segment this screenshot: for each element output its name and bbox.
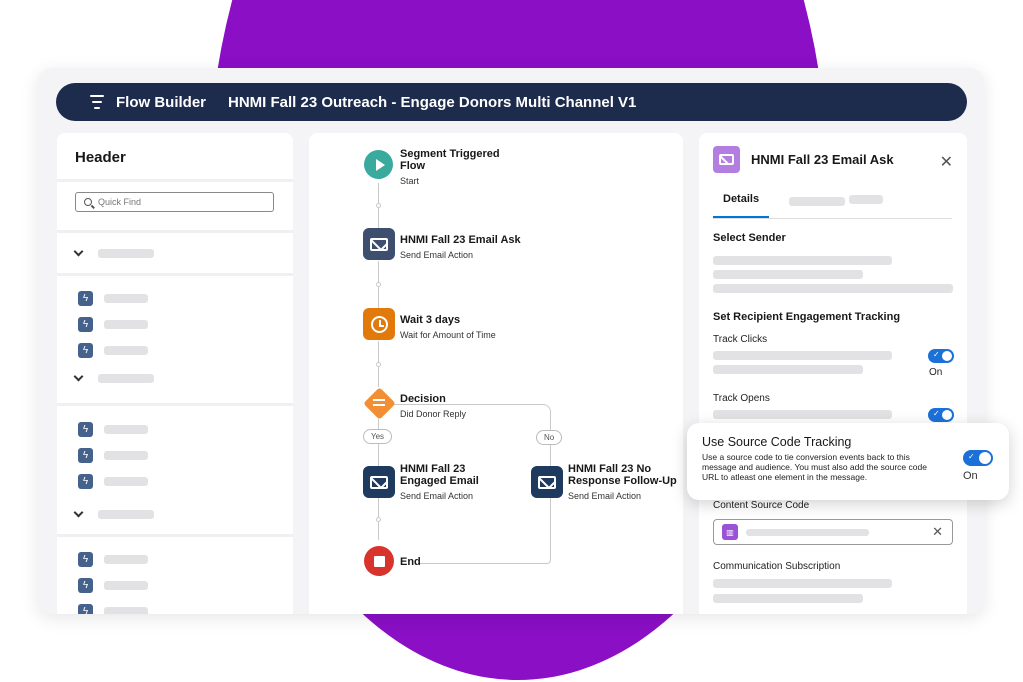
flow-node-engaged-email[interactable]: HNMI Fall 23 Engaged Email Send Email Ac… [363, 463, 512, 501]
tab-details[interactable]: Details [713, 193, 770, 218]
toggle-state: On [963, 470, 978, 482]
clear-icon[interactable]: ✕ [932, 524, 943, 540]
search-input[interactable]: Quick Find [75, 192, 274, 212]
list-item[interactable]: ϟ [57, 285, 293, 311]
tab-placeholder[interactable] [789, 197, 846, 206]
panel-title: HNMI Fall 23 Email Ask [751, 152, 894, 167]
flow-canvas: Yes No Segment Triggered Flow Start HNMI… [309, 133, 683, 614]
field-label: Track Opens [713, 393, 770, 404]
field-label: Content Source Code [713, 500, 810, 511]
list-item[interactable]: ϟ [57, 442, 293, 468]
popover-title: Use Source Code Tracking [702, 435, 852, 449]
tab-bar: Details [713, 193, 952, 219]
branch-no-label[interactable]: No [536, 430, 563, 445]
source-code-field[interactable]: ▥ ✕ [713, 519, 953, 545]
section-heading: Set Recipient Engagement Tracking [713, 311, 901, 323]
stop-icon [364, 546, 394, 576]
envelope-icon [363, 466, 395, 498]
list-item[interactable]: ϟ [57, 468, 293, 494]
envelope-icon [713, 146, 740, 173]
bolt-icon: ϟ [78, 447, 93, 463]
bolt-icon: ϟ [78, 290, 93, 306]
toolbox-panel: Header Quick Find ϟ ϟ ϟ ϟ ϟ ϟ ϟ ϟ ϟ [57, 133, 293, 614]
list-item[interactable]: ϟ [57, 416, 293, 442]
flow-node-start[interactable]: Segment Triggered Flow Start [364, 148, 500, 186]
track-clicks-toggle[interactable]: ✓ [928, 349, 954, 363]
field-label: Track Clicks [713, 334, 768, 345]
popover-description: Use a source code to tie conversion even… [702, 452, 927, 482]
source-code-toggle[interactable]: ✓ [963, 450, 993, 466]
close-icon[interactable]: ✕ [940, 152, 953, 172]
branch-yes-label[interactable]: Yes [363, 429, 393, 444]
search-placeholder: Quick Find [98, 197, 142, 207]
track-opens-toggle[interactable]: ✓ [928, 408, 954, 422]
bolt-icon: ϟ [78, 421, 93, 437]
envelope-icon [363, 228, 395, 260]
bolt-icon: ϟ [78, 342, 93, 358]
chevron-down-icon [73, 507, 84, 517]
top-bar: Flow Builder HNMI Fall 23 Outreach - Eng… [56, 83, 967, 121]
play-icon [364, 150, 393, 179]
list-item[interactable]: ϟ [57, 311, 293, 337]
list-item[interactable]: ϟ [57, 546, 293, 572]
bolt-icon: ϟ [78, 316, 93, 332]
list-item[interactable]: ϟ [57, 572, 293, 598]
barcode-icon: ▥ [722, 524, 738, 540]
section-label-placeholder [98, 248, 154, 258]
clock-icon [363, 308, 395, 340]
section-toggle[interactable] [57, 233, 293, 273]
flow-builder-icon[interactable] [90, 95, 106, 109]
tab-placeholder[interactable] [849, 195, 884, 204]
flow-node-end[interactable]: End [364, 546, 421, 576]
section-toggle[interactable] [57, 363, 293, 393]
flow-node-no-response[interactable]: HNMI Fall 23 No Response Follow-Up Send … [531, 463, 680, 501]
app-title: Flow Builder [116, 93, 206, 111]
chevron-down-icon [73, 371, 84, 381]
section-heading: Select Sender [713, 232, 786, 244]
flow-node-wait[interactable]: Wait 3 days Wait for Amount of Time [363, 308, 496, 340]
search-icon [84, 198, 92, 206]
flow-node-decision[interactable]: Decision Did Donor Reply [363, 387, 466, 420]
chevron-down-icon [73, 246, 84, 256]
bolt-icon: ϟ [78, 577, 93, 593]
section-toggle[interactable] [57, 494, 293, 534]
panel-header: Header [75, 149, 126, 166]
list-item[interactable]: ϟ [57, 337, 293, 363]
bolt-icon: ϟ [78, 603, 93, 614]
flow-node-email-ask[interactable]: HNMI Fall 23 Email Ask Send Email Action [363, 228, 521, 260]
bolt-icon: ϟ [78, 473, 93, 489]
envelope-icon [531, 466, 563, 498]
bolt-icon: ϟ [78, 551, 93, 567]
flow-title: HNMI Fall 23 Outreach - Engage Donors Mu… [228, 93, 637, 111]
list-item[interactable]: ϟ [57, 598, 293, 614]
decision-icon [363, 387, 396, 420]
source-code-tracking-popover: Use Source Code Tracking Use a source co… [687, 423, 1009, 500]
properties-panel: HNMI Fall 23 Email Ask ✕ Details Select … [699, 133, 967, 614]
field-label: Communication Subscription [713, 561, 841, 572]
